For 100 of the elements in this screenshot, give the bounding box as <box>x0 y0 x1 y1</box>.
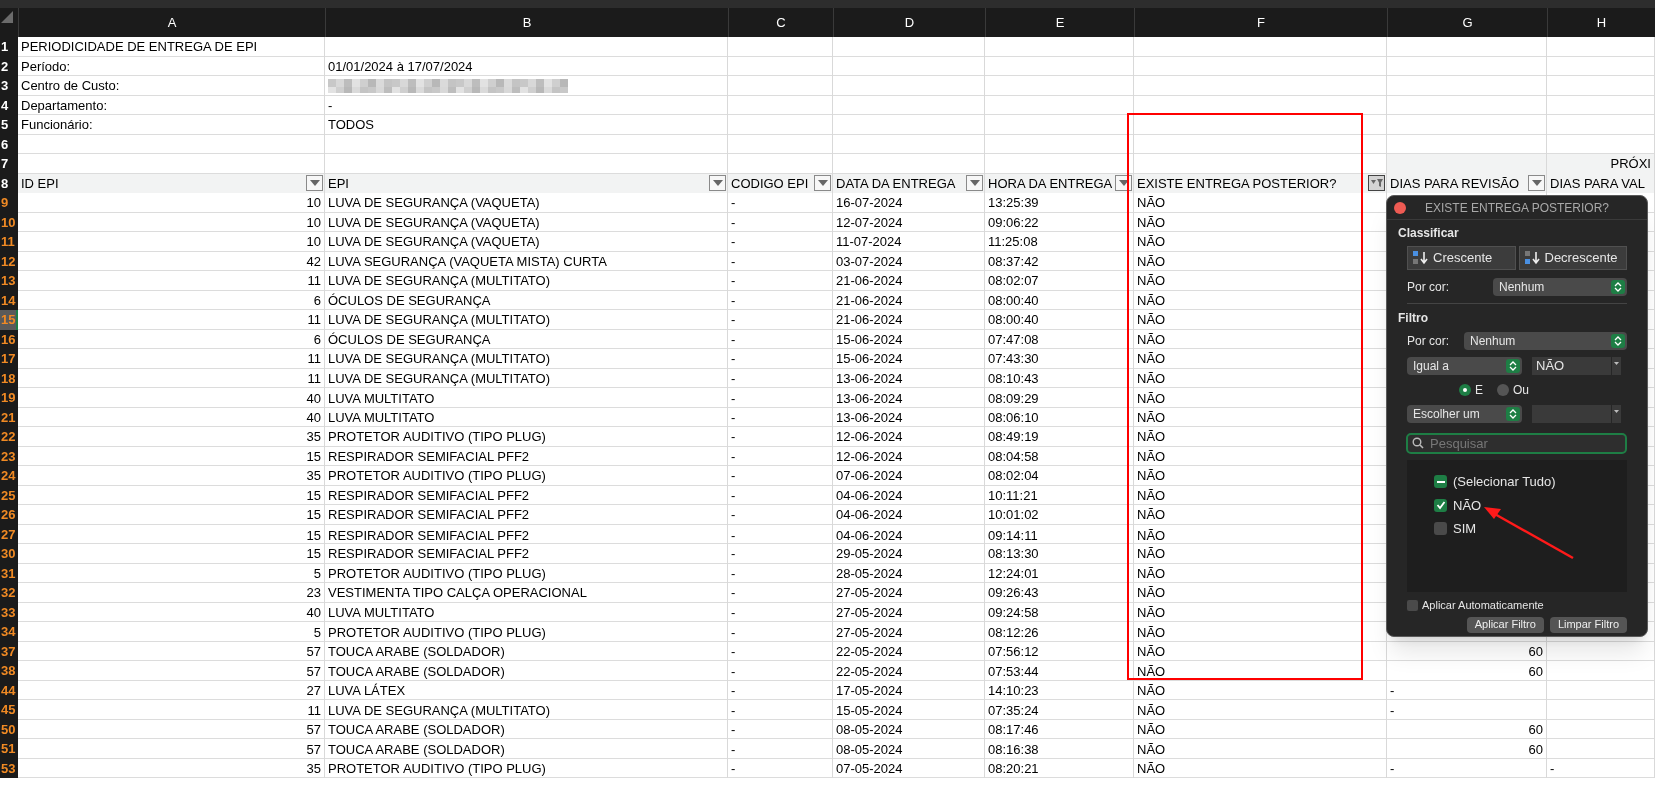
row-number[interactable]: 37 <box>0 641 18 661</box>
table-cell-text: 57 <box>306 720 321 739</box>
search-field[interactable]: Pesquisar <box>1406 433 1627 454</box>
column-letter[interactable]: B <box>522 12 532 33</box>
table-cell-text: - <box>731 213 736 232</box>
row-number[interactable]: 4 <box>0 95 18 115</box>
row-number[interactable]: 14 <box>0 290 18 310</box>
dropdown-arrow-icon[interactable] <box>1611 357 1621 375</box>
operator-select[interactable]: Igual a <box>1407 357 1522 375</box>
table-cell-text: 16-07-2024 <box>836 194 903 212</box>
operator-select[interactable]: Escolher um <box>1407 405 1522 423</box>
popup-button[interactable]: Aplicar Filtro <box>1466 616 1544 633</box>
checkmark-icon <box>1435 500 1446 511</box>
table-cell-text: LUVA DE SEGURANÇA (VAQUETA) <box>328 194 540 212</box>
radio-button[interactable]: E <box>1459 381 1483 399</box>
row-number[interactable]: 18 <box>0 368 18 388</box>
table-cell-text: NÃO <box>1137 642 1166 661</box>
table-cell-text: 27 <box>306 681 321 700</box>
filter-active-button[interactable] <box>1368 175 1385 192</box>
column-letter[interactable]: A <box>167 12 177 33</box>
table-cell-text: NÃO <box>1137 624 1166 642</box>
row-number[interactable]: 32 <box>0 583 18 603</box>
column-letter[interactable]: G <box>1462 12 1473 33</box>
table-cell-text: LUVA DE SEGURANÇA (MULTITATO) <box>328 272 550 290</box>
color-select[interactable]: Nenhum <box>1464 332 1627 350</box>
value-checkbox[interactable]: (Selecionar Tudo) <box>1434 472 1627 492</box>
row-number[interactable]: 24 <box>0 466 18 486</box>
row-number[interactable]: 31 <box>0 563 18 583</box>
table-cell-text: - <box>731 467 736 485</box>
table-cell-text: 42 <box>306 252 321 271</box>
row-number[interactable]: 16 <box>0 329 18 349</box>
row-number[interactable]: 8 <box>0 173 18 193</box>
color-select[interactable]: Nenhum <box>1493 278 1627 296</box>
dropdown-arrow-icon[interactable] <box>1611 405 1621 423</box>
filter-dropdown-button[interactable] <box>1528 175 1545 192</box>
table-cell-text: RESPIRADOR SEMIFACIAL PFF2 <box>328 506 530 524</box>
table-cell-text: 6 <box>313 330 321 349</box>
row-number[interactable]: 44 <box>0 680 18 700</box>
table-cell-text: 40 <box>306 408 321 427</box>
row-number[interactable]: 19 <box>0 388 18 410</box>
filter-dropdown-button[interactable] <box>306 175 323 192</box>
row-number[interactable]: 30 <box>0 544 18 564</box>
table-cell-text: 08:13:30 <box>988 545 1039 563</box>
row-number[interactable]: 6 <box>0 134 18 154</box>
row-number[interactable]: 21 <box>0 407 18 427</box>
row-number[interactable]: 38 <box>0 661 18 683</box>
row-number[interactable]: 12 <box>0 251 18 271</box>
auto-apply-checkbox[interactable]: Aplicar Automaticamente <box>1407 597 1627 614</box>
row-number[interactable]: 1 <box>0 37 18 57</box>
row-number[interactable]: 3 <box>0 76 18 96</box>
section-heading: Filtro <box>1398 310 1429 327</box>
column-letter[interactable]: D <box>904 12 915 33</box>
column-letter[interactable]: F <box>1257 12 1265 33</box>
row-number[interactable]: 23 <box>0 446 18 466</box>
table-cell-text: ÓCULOS DE SEGURANÇA <box>328 291 491 310</box>
row-number[interactable]: 13 <box>0 271 18 291</box>
row-number[interactable]: 17 <box>0 349 18 369</box>
sort-descending-button[interactable]: Decrescente <box>1518 246 1627 270</box>
table-cell-text: 22-05-2024 <box>836 642 903 661</box>
value-checkbox[interactable]: SIM <box>1434 519 1627 539</box>
table-cell-text: 13-06-2024 <box>836 408 903 427</box>
row-number[interactable]: 25 <box>0 485 18 505</box>
radio-button[interactable]: Ou <box>1497 381 1530 399</box>
value-combo[interactable]: NÃO <box>1532 357 1621 375</box>
column-letter[interactable]: E <box>1055 12 1065 33</box>
cell-text: Período: <box>21 57 71 76</box>
row-number[interactable]: 2 <box>0 56 18 76</box>
table-cell-text: PROTETOR AUDITIVO (TIPO PLUG) <box>328 624 546 642</box>
row-number[interactable]: 34 <box>0 622 18 644</box>
row-number[interactable]: 9 <box>0 193 18 213</box>
table-cell-text: 08:02:07 <box>988 272 1039 290</box>
row-number[interactable]: 53 <box>0 758 18 778</box>
row-number[interactable]: 5 <box>0 115 18 135</box>
section-heading: Classificar <box>1398 225 1460 242</box>
cell-text: - <box>328 96 333 115</box>
filter-dropdown-button[interactable] <box>966 175 983 192</box>
row-number[interactable]: 50 <box>0 719 18 739</box>
table-cell-text: 60 <box>1528 663 1543 681</box>
table-cell-text: NÃO <box>1137 233 1166 251</box>
table-cell-text: 08-05-2024 <box>836 720 903 739</box>
sort-ascending-button[interactable]: Crescente <box>1407 246 1516 270</box>
row-number[interactable]: 11 <box>0 232 18 252</box>
row-number[interactable]: 33 <box>0 602 18 622</box>
row-number[interactable]: 7 <box>0 154 18 174</box>
column-letter[interactable]: H <box>1596 12 1607 33</box>
popup-button[interactable]: Limpar Filtro <box>1549 616 1627 633</box>
filter-dropdown-button[interactable] <box>709 175 726 192</box>
table-cell-text: 13-06-2024 <box>836 369 903 388</box>
row-number[interactable]: 45 <box>0 700 18 722</box>
table-cell-text: - <box>731 330 736 349</box>
row-number[interactable]: 10 <box>0 212 18 232</box>
value-checkbox[interactable]: NÃO <box>1434 495 1627 515</box>
row-number[interactable]: 22 <box>0 427 18 447</box>
filter-dropdown-button[interactable] <box>814 175 831 192</box>
row-number[interactable]: 26 <box>0 505 18 525</box>
row-number[interactable]: 51 <box>0 739 18 761</box>
column-letter[interactable]: C <box>776 12 786 33</box>
table-cell-text: NÃO <box>1137 330 1166 349</box>
select-all-corner-icon[interactable] <box>0 10 14 24</box>
close-button[interactable] <box>1394 202 1406 214</box>
